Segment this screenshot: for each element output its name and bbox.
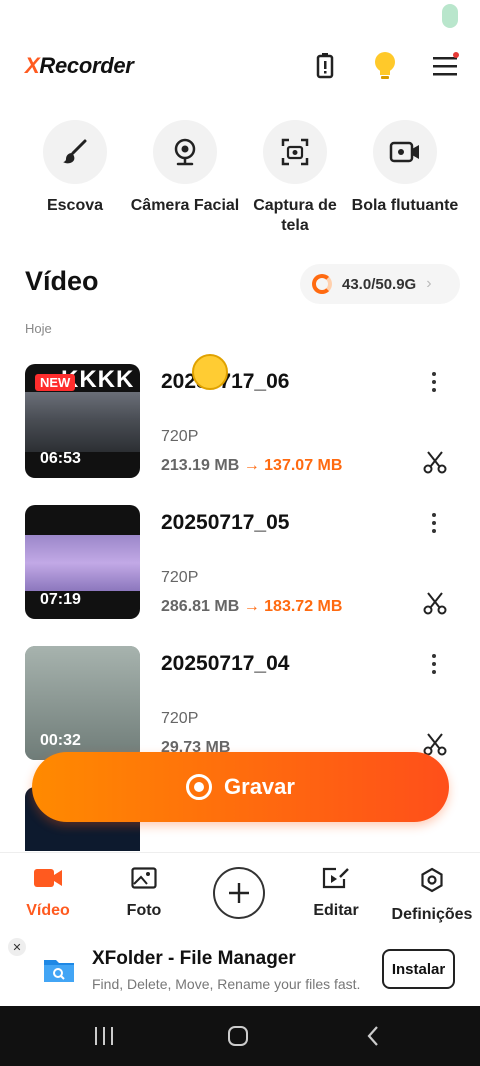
thumbnail-image <box>25 392 140 452</box>
video-thumbnail[interactable]: 07:19 <box>25 505 140 619</box>
settings-icon <box>421 867 443 893</box>
more-options-icon[interactable] <box>428 372 440 392</box>
video-item[interactable]: 00:32 20250717_04 720P 29.73 MB <box>25 646 455 760</box>
nav-photo[interactable]: Foto <box>96 867 192 920</box>
record-button[interactable]: Gravar <box>32 752 449 822</box>
record-icon <box>186 774 213 800</box>
record-label: Gravar <box>224 774 295 799</box>
chevron-right-icon: › <box>426 275 432 292</box>
brush-icon <box>43 120 107 184</box>
home-icon[interactable] <box>223 1021 253 1051</box>
video-resolution: 720P <box>161 428 199 445</box>
more-options-icon[interactable] <box>428 513 440 533</box>
webcam-icon <box>153 120 217 184</box>
lightbulb-icon[interactable] <box>369 50 401 82</box>
video-resolution: 720P <box>161 710 199 727</box>
tools-row: Escova Câmera Facial Captura de tela Bol… <box>20 120 460 240</box>
bottom-nav: Vídeo Foto Editar Definições <box>0 852 480 932</box>
ad-subtitle: Find, Delete, Move, Rename your files fa… <box>92 976 361 992</box>
video-duration: 07:19 <box>40 591 81 608</box>
video-camera-icon <box>34 869 62 887</box>
video-item[interactable]: KKKK NEW 06:53 20250717_06 720P 213.19 M… <box>25 364 455 478</box>
photo-icon <box>131 867 157 889</box>
video-title: 20250717_04 <box>161 652 290 675</box>
tool-screenshot[interactable]: Captura de tela <box>240 120 350 236</box>
tool-floating-ball[interactable]: Bola flutuante <box>350 120 460 216</box>
video-duration: 00:32 <box>40 732 81 749</box>
more-options-icon[interactable] <box>428 654 440 674</box>
video-resolution: 720P <box>161 569 199 586</box>
ad-banner[interactable]: ✕ XFolder - File Manager Find, Delete, M… <box>0 934 480 1006</box>
storage-text: 43.0/50.9G <box>342 275 417 293</box>
ad-title: XFolder - File Manager <box>92 948 296 969</box>
notification-dot <box>453 52 459 58</box>
video-size: 213.19 MB → 137.07 MB <box>161 457 343 474</box>
battery-icon[interactable] <box>309 50 341 82</box>
tool-face-camera[interactable]: Câmera Facial <box>130 120 240 216</box>
back-icon[interactable] <box>358 1021 388 1051</box>
recent-apps-icon[interactable] <box>89 1021 119 1051</box>
scissors-icon[interactable] <box>423 450 447 479</box>
section-title: Vídeo <box>25 266 99 296</box>
float-camera-icon <box>373 120 437 184</box>
status-bar <box>0 0 480 34</box>
video-thumbnail[interactable]: KKKK NEW 06:53 <box>25 364 140 478</box>
add-button[interactable] <box>213 867 265 919</box>
app-logo: XRecorder <box>25 53 134 78</box>
xfolder-app-icon <box>42 954 76 986</box>
menu-icon[interactable] <box>429 50 461 82</box>
video-size: 286.81 MB → 183.72 MB <box>161 598 343 615</box>
status-indicator <box>442 4 458 28</box>
storage-ring-icon <box>312 274 332 294</box>
nav-settings[interactable]: Definições <box>384 867 480 924</box>
nav-video[interactable]: Vídeo <box>0 867 96 920</box>
system-nav-bar <box>0 1006 480 1066</box>
app-header: XRecorder <box>0 44 480 88</box>
nav-edit[interactable]: Editar <box>288 867 384 920</box>
tool-brush[interactable]: Escova <box>20 120 130 216</box>
new-badge: NEW <box>35 374 76 391</box>
laughing-emoji-icon <box>192 354 228 390</box>
plus-icon <box>229 883 249 903</box>
video-thumbnail[interactable]: 00:32 <box>25 646 140 760</box>
edit-icon <box>322 867 349 889</box>
scissors-icon[interactable] <box>423 591 447 620</box>
video-title: 20250717_05 <box>161 511 290 534</box>
storage-indicator[interactable]: 43.0/50.9G › <box>300 264 460 304</box>
close-icon[interactable]: ✕ <box>8 938 26 956</box>
screenshot-icon <box>263 120 327 184</box>
thumbnail-image <box>25 535 140 591</box>
video-duration: 06:53 <box>40 450 81 467</box>
video-item[interactable]: 07:19 20250717_05 720P 286.81 MB → 183.7… <box>25 505 455 619</box>
install-button[interactable]: Instalar <box>382 949 455 989</box>
date-label: Hoje <box>25 321 52 336</box>
